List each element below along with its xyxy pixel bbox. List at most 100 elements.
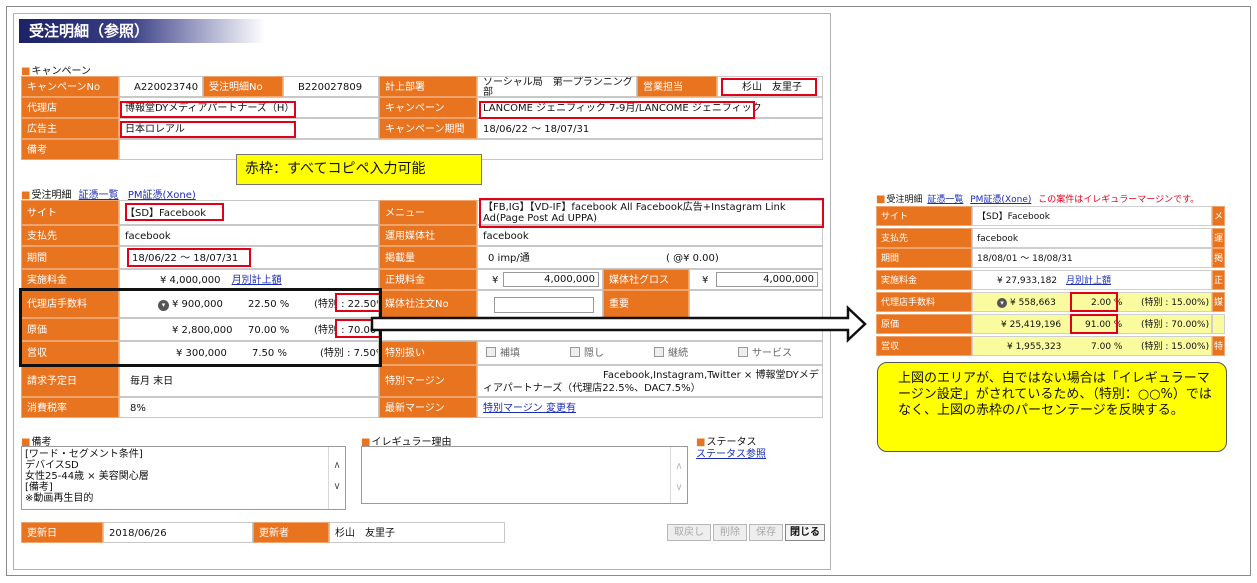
mini-link-pm-evidence[interactable]: PM証憑(Xone) bbox=[970, 195, 1031, 205]
payee-value[interactable]: facebook bbox=[119, 225, 379, 246]
revenue-pct: 7.50 % bbox=[252, 348, 287, 359]
cost-amount: ¥ 2,800,000 bbox=[172, 325, 233, 336]
billing-date-value[interactable]: 毎月 末日 bbox=[119, 365, 379, 397]
mini-link-evidence-list[interactable]: 証憑一覧 bbox=[927, 195, 963, 205]
agency-value[interactable]: 博報堂DYメディアパートナーズ（H） bbox=[119, 97, 379, 118]
mini-exec-fee-label: 実施料金 bbox=[876, 270, 972, 290]
irregular-margin-callout: 上図のエリアが、白ではない場合は「イレギュラーマージン設定」がされているため、（… bbox=[877, 362, 1227, 452]
monthly-amount-link[interactable]: 月別計上額 bbox=[232, 275, 282, 286]
tax-value: 8% bbox=[119, 397, 379, 418]
remarks-textarea[interactable]: [ワード・セグメント条件] デバイスSD 女性25-44歳 × 美容関心層 [備… bbox=[21, 446, 346, 510]
order-period-value[interactable]: 18/06/22 ～ 18/07/31 bbox=[119, 246, 379, 269]
mini-revenue-pct: 7.00 % bbox=[1091, 342, 1123, 352]
revenue-amount: ¥ 300,000 bbox=[176, 348, 227, 359]
dept-value[interactable]: ソーシャル局 第一プランニング部 bbox=[477, 76, 637, 97]
remarks-scrollbar[interactable]: ∧ ∨ bbox=[328, 447, 345, 509]
media-gross-label: 媒体社グロス bbox=[603, 269, 689, 290]
agency-fee-cell: ▾ ¥ 900,000 22.50 % (特別 : 22.50%) bbox=[119, 290, 379, 318]
placement-amount: 0 imp/通 bbox=[488, 253, 530, 264]
revenue-label: 営収 bbox=[21, 341, 119, 365]
mini-edge-label: 媒 bbox=[1212, 292, 1225, 312]
copy-paste-callout: 赤枠：すべてコピペ入力可能 bbox=[236, 154, 482, 185]
mini-section-header: ■受注明細 証憑一覧 PM証憑(Xone) この案件はイレギュラーマージンです。 bbox=[876, 194, 1200, 205]
delete-button[interactable]: 削除 bbox=[713, 524, 747, 541]
remarks-line: [ワード・セグメント条件] bbox=[25, 449, 143, 460]
media-gross-cell: ¥ 4,000,000 bbox=[689, 269, 823, 290]
save-button[interactable]: 保存 bbox=[749, 524, 783, 541]
latest-margin-label: 最新マージン bbox=[379, 397, 477, 418]
mini-payee-label: 支払先 bbox=[876, 228, 972, 248]
irregular-scrollbar[interactable]: ∧ ∨ bbox=[670, 447, 687, 503]
advertiser-value[interactable]: 日本ロレアル bbox=[119, 118, 379, 139]
campaign-no-value[interactable]: A220023740 bbox=[119, 76, 203, 97]
exec-fee-amount: ¥ 4,000,000 bbox=[160, 275, 221, 286]
payee-label: 支払先 bbox=[21, 225, 119, 246]
mini-period-value: 18/08/01 ～ 18/08/31 bbox=[972, 248, 1212, 268]
mini-site-label: サイト bbox=[876, 206, 972, 226]
campaign-period-label: キャンペーン期間 bbox=[379, 118, 477, 139]
agency-fee-pct: 22.50 % bbox=[248, 299, 290, 310]
mini-section-title: 受注明細 bbox=[886, 195, 923, 205]
site-value[interactable]: 【SD】Facebook bbox=[119, 200, 379, 225]
mini-exec-fee-amount: ¥ 27,933,182 bbox=[997, 276, 1058, 286]
sales-value[interactable]: 杉山 友里子 bbox=[717, 76, 823, 97]
mini-edge-label: 運 bbox=[1212, 228, 1225, 248]
order-detail-no-value[interactable]: B220027809 bbox=[283, 76, 379, 97]
remarks-line: デバイスSD bbox=[25, 460, 79, 471]
campaign-section-header: ■キャンペーン bbox=[21, 66, 91, 77]
mini-edge-label: 掲 bbox=[1212, 248, 1225, 268]
mini-revenue-cell: ¥ 1,955,323 7.00 % (特別 : 15.00%) bbox=[972, 336, 1212, 356]
updater-label: 更新者 bbox=[253, 522, 329, 543]
mini-revenue-amount: ¥ 1,955,323 bbox=[1007, 342, 1062, 352]
regular-fee-cell: ¥ 4,000,000 bbox=[477, 269, 603, 290]
mini-edge-label: 正 bbox=[1212, 270, 1225, 290]
media-company-value[interactable]: facebook bbox=[477, 225, 823, 246]
page-title: 受注明細（参照） bbox=[19, 19, 265, 43]
special-margin-value: Facebook,Instagram,Twitter × 博報堂DYメディアパー… bbox=[477, 365, 823, 397]
latest-margin-link[interactable]: 特別マージン 変更有 bbox=[483, 403, 576, 414]
mini-revenue-label: 営収 bbox=[876, 336, 972, 356]
irregular-reason-textarea[interactable]: ∧ ∨ bbox=[361, 446, 688, 504]
placement-unit-price: ( @¥ 0.00) bbox=[666, 253, 719, 264]
dept-label: 計上部署 bbox=[379, 76, 477, 97]
regular-fee-input[interactable]: 4,000,000 bbox=[503, 272, 599, 287]
remarks-line: 女性25-44歳 × 美容関心層 bbox=[25, 471, 149, 482]
chevron-down-icon[interactable]: ▾ bbox=[158, 300, 169, 311]
mini-monthly-amount-link[interactable]: 月別計上額 bbox=[1066, 276, 1111, 286]
mini-edge-label bbox=[1212, 314, 1225, 334]
scroll-up-icon[interactable]: ∧ bbox=[671, 461, 687, 472]
mini-revenue-special: (特別 : 15.00%) bbox=[1141, 342, 1210, 352]
campaign-name-value[interactable]: LANCOME ジェニフィック 7-9月/LANCOME ジェニフィック bbox=[477, 97, 823, 118]
order-detail-panel: 受注明細（参照） ■キャンペーン キャンペーンNo A220023740 受注明… bbox=[13, 13, 831, 570]
latest-margin-cell: 特別マージン 変更有 bbox=[477, 397, 823, 418]
mini-exec-fee-cell: ¥ 27,933,182 月別計上額 bbox=[972, 270, 1212, 290]
mini-site-value: 【SD】Facebook bbox=[972, 206, 1212, 226]
cost-cell: ¥ 2,800,000 70.00 % (特別 : 70.00%) bbox=[119, 318, 379, 341]
scroll-down-icon[interactable]: ∨ bbox=[671, 482, 687, 493]
mini-payee-value: facebook bbox=[972, 228, 1212, 248]
sales-label: 営業担当 bbox=[637, 76, 717, 97]
site-label: サイト bbox=[21, 200, 119, 225]
menu-value[interactable]: 【FB,IG】【VD-IF】facebook All Facebook広告+In… bbox=[477, 200, 823, 225]
agency-label: 代理店 bbox=[21, 97, 119, 118]
regular-fee-label: 正規料金 bbox=[379, 269, 477, 290]
media-gross-input[interactable]: 4,000,000 bbox=[716, 272, 818, 287]
chevron-down-icon[interactable]: ▾ bbox=[997, 298, 1007, 308]
scroll-up-icon[interactable]: ∧ bbox=[329, 460, 345, 471]
billing-date-label: 請求予定日 bbox=[21, 365, 119, 397]
status-link[interactable]: ステータス参照 bbox=[696, 445, 766, 460]
mini-cost-amount: ¥ 25,419,196 bbox=[1001, 320, 1062, 330]
scroll-down-icon[interactable]: ∨ bbox=[329, 481, 345, 492]
campaign-period-value[interactable]: 18/06/22 ～ 18/07/31 bbox=[477, 118, 823, 139]
media-company-label: 運用媒体社 bbox=[379, 225, 477, 246]
mini-cost-pct: 91.00 % bbox=[1085, 320, 1123, 330]
tax-label: 消費税率 bbox=[21, 397, 119, 418]
mini-agency-fee-pct: 2.00 % bbox=[1091, 298, 1123, 308]
arrow-right-icon bbox=[370, 305, 867, 343]
close-button[interactable]: 閉じる bbox=[785, 524, 825, 541]
updated-label: 更新日 bbox=[21, 522, 103, 543]
mini-cost-special: (特別 : 70.00%) bbox=[1141, 320, 1210, 330]
revert-button[interactable]: 取戻し bbox=[667, 524, 711, 541]
remarks-line: [備考] bbox=[25, 482, 53, 493]
mini-agency-fee-cell: ▾ ¥ 558,663 2.00 % (特別 : 15.00%) bbox=[972, 292, 1212, 312]
